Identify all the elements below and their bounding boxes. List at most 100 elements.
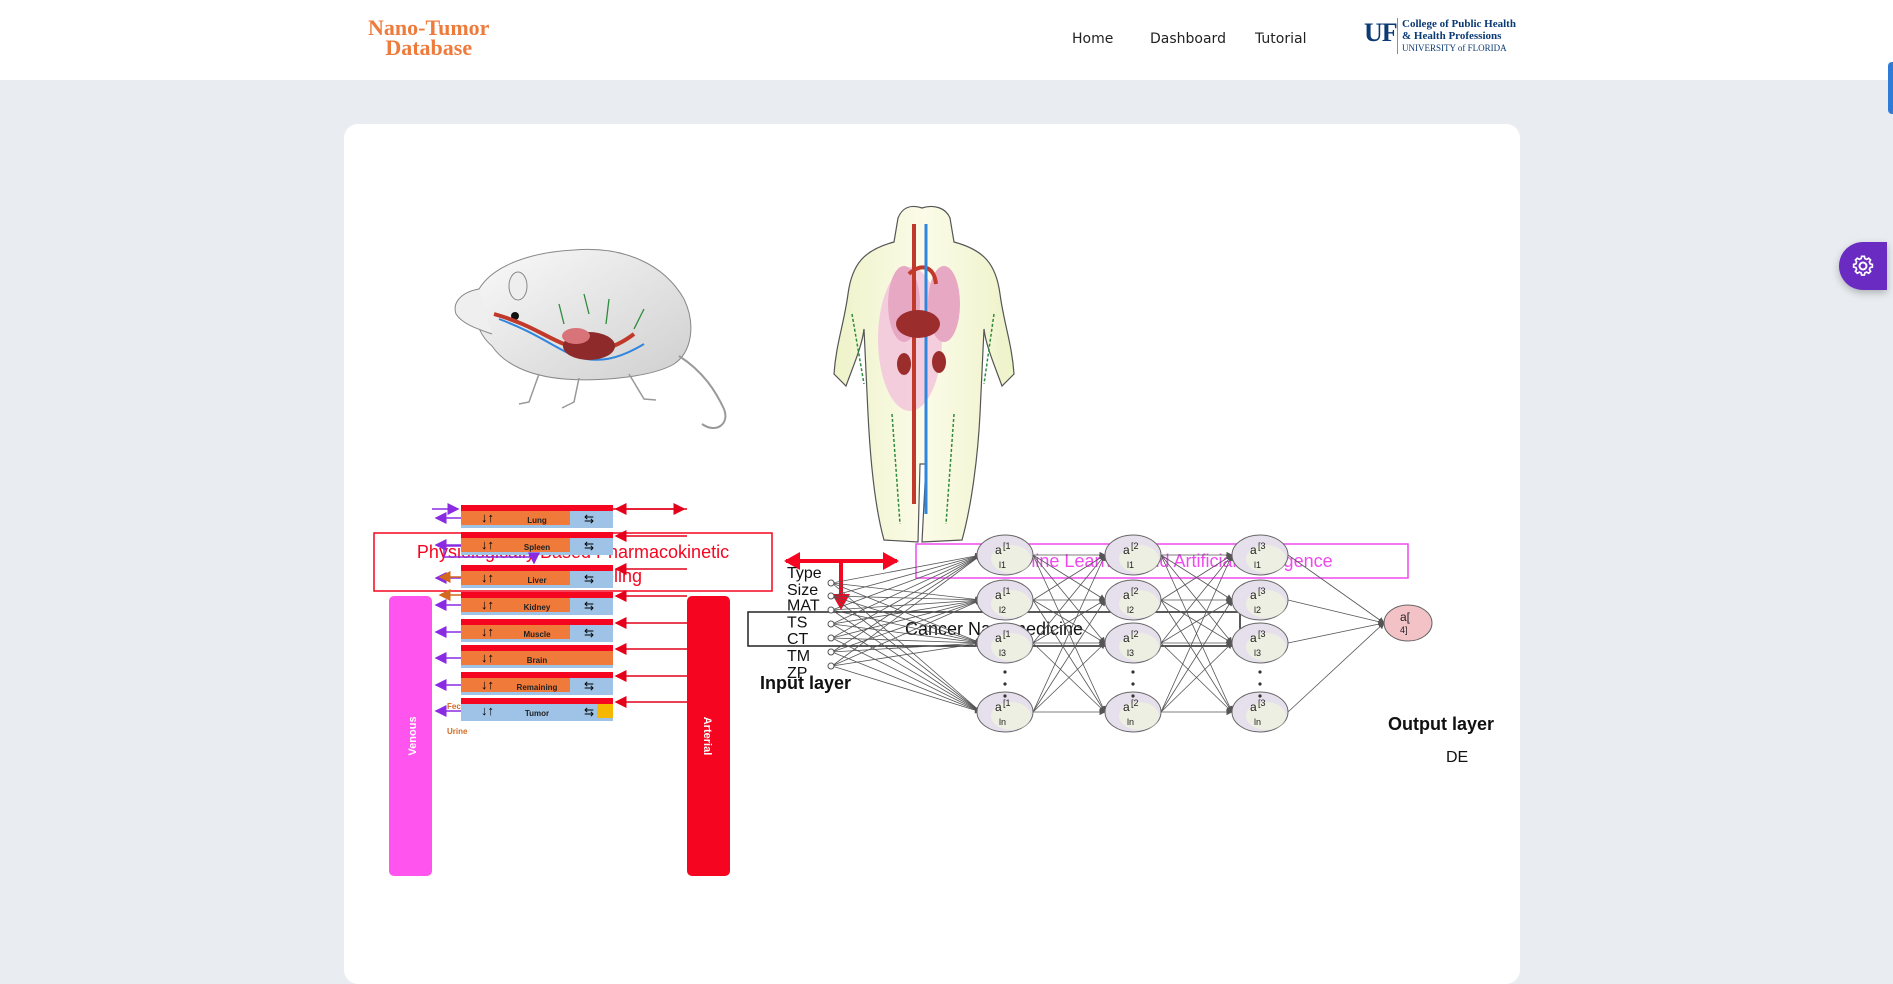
uf-line-2: & Health Professions (1402, 30, 1502, 42)
svg-text:a: a (995, 543, 1002, 557)
hidden-node: a [1 l2 (976, 579, 1034, 621)
svg-text:a: a (995, 588, 1002, 602)
ellipsis-dot (1131, 694, 1135, 698)
node-superscript: [1 (1003, 698, 1011, 708)
hidden-node: a [3 l1 (1231, 534, 1289, 576)
compartment-remaining: ↓↑ ⇆ Remaining (434, 670, 687, 695)
bidirectional-arrows-icon: ⇆ (584, 626, 594, 640)
svg-text:a: a (1250, 631, 1257, 645)
node-subscript: l3 (1127, 648, 1134, 658)
compartment-label: Tumor (525, 709, 549, 718)
hidden-node: a [3 l2 (1231, 579, 1289, 621)
nav-home[interactable]: Home (1072, 31, 1113, 47)
uf-line-1: College of Public Health (1402, 18, 1516, 30)
bidirectional-arrows-icon: ⇆ (584, 599, 594, 613)
output-node-top: a[ (1400, 610, 1411, 624)
nav-tutorial[interactable]: Tutorial (1255, 31, 1306, 47)
exchange-arrows-icon: ↓↑ (481, 677, 494, 692)
input-node (827, 606, 835, 614)
exchange-arrows-icon: ↓↑ (481, 703, 494, 718)
uf-affiliation-logo[interactable]: UF College of Public Health & Health Pro… (1364, 16, 1524, 56)
node-superscript: [2 (1131, 629, 1139, 639)
svg-text:a: a (995, 700, 1002, 714)
venous-label: Venous (407, 716, 419, 755)
rat-illustration (454, 248, 727, 429)
bidirectional-arrows-icon: ⇆ (584, 512, 594, 526)
ellipsis-dot (1131, 670, 1135, 674)
uf-line-3: UNIVERSITY of FLORIDA (1402, 43, 1507, 53)
input-feature-label: MAT (787, 598, 820, 615)
node-superscript: [2 (1131, 586, 1139, 596)
compartment-label: Brain (527, 656, 548, 665)
compartment-kidney: ↓↑ ⇆ Kidney (434, 590, 687, 615)
input-node (827, 592, 835, 600)
exchange-arrows-icon: ↓↑ (481, 624, 494, 639)
side-edge-tab[interactable] (1888, 62, 1893, 114)
human-body-illustration (833, 205, 1015, 543)
node-superscript: [1 (1003, 541, 1011, 551)
bidirectional-arrows-icon: ⇆ (584, 539, 594, 553)
exchange-arrows-icon: ↓↑ (481, 650, 494, 665)
top-navigation-bar: Nano-Tumor Database Home Dashboard Tutor… (0, 0, 1893, 80)
exchange-arrows-icon: ↓↑ (481, 537, 494, 552)
node-superscript: [2 (1131, 698, 1139, 708)
output-label: DE (1446, 749, 1468, 766)
node-subscript: l2 (1254, 605, 1261, 615)
bidirectional-arrows-icon: ⇆ (584, 679, 594, 693)
uf-divider (1397, 18, 1398, 54)
ellipsis-dot (1003, 694, 1007, 698)
uf-college-name: College of Public Health & Health Profes… (1402, 18, 1516, 54)
node-subscript: l3 (1254, 648, 1261, 658)
hidden-node: a [2 ln (1104, 691, 1162, 733)
output-layer-label: Output layer (1388, 714, 1494, 734)
bidirectional-arrows-icon: ⇆ (584, 572, 594, 586)
node-subscript: l1 (1127, 560, 1134, 570)
exchange-arrows-icon: ↓↑ (481, 570, 494, 585)
compartment-tumor: ↓↑ ⇆ Tumor (434, 696, 687, 721)
compartment-label: Spleen (524, 543, 550, 552)
svg-text:a: a (1123, 631, 1130, 645)
input-feature-label: Type (787, 565, 822, 582)
hidden-node: a [2 l1 (1104, 534, 1162, 576)
ellipsis-dot (1258, 694, 1262, 698)
compartment-label: Remaining (517, 683, 558, 692)
node-superscript: [3 (1258, 698, 1266, 708)
hidden-node: a [3 l3 (1231, 622, 1289, 664)
settings-button[interactable] (1839, 242, 1887, 290)
node-subscript: l2 (999, 605, 1006, 615)
arterial-label: Arterial (701, 717, 713, 756)
compartment-label: Lung (527, 516, 547, 525)
nav-dashboard[interactable]: Dashboard (1150, 31, 1226, 47)
hidden-node: a [1 l1 (976, 534, 1034, 576)
svg-text:a: a (1250, 700, 1257, 714)
hidden-node: a [2 l3 (1104, 622, 1162, 664)
input-feature-label: Size (787, 582, 818, 599)
pbpk-ml-figure: Physiologically Based Pharmacokinetic (P… (373, 205, 1494, 876)
ellipsis-dot (1003, 670, 1007, 674)
input-node (827, 620, 835, 628)
node-subscript: ln (1254, 717, 1261, 727)
node-superscript: [3 (1258, 541, 1266, 551)
exchange-arrows-icon: ↓↑ (481, 510, 494, 525)
exchange-arrows-icon: ↓↑ (481, 597, 494, 612)
node-subscript: ln (999, 717, 1006, 727)
svg-text:a: a (1123, 588, 1130, 602)
input-feature-label: TS (787, 614, 807, 631)
compartment-muscle: ↓↑ ⇆ Muscle (434, 617, 687, 642)
hidden-node: a [2 l2 (1104, 579, 1162, 621)
site-logo[interactable]: Nano-Tumor Database (368, 17, 489, 59)
compartment-label: Liver (527, 576, 546, 585)
uf-mark: UF (1364, 18, 1398, 47)
svg-text:a: a (1123, 543, 1130, 557)
input-feature-label: CT (787, 631, 809, 648)
node-superscript: [3 (1258, 629, 1266, 639)
input-node (827, 634, 835, 642)
compartment-label: Muscle (523, 630, 551, 639)
input-node (827, 662, 835, 670)
bidirectional-arrows-icon: ⇆ (584, 705, 594, 719)
node-subscript: ln (1127, 717, 1134, 727)
node-subscript: l1 (1254, 560, 1261, 570)
ellipsis-dot (1131, 682, 1135, 686)
node-subscript: l1 (999, 560, 1006, 570)
node-superscript: [2 (1131, 541, 1139, 551)
